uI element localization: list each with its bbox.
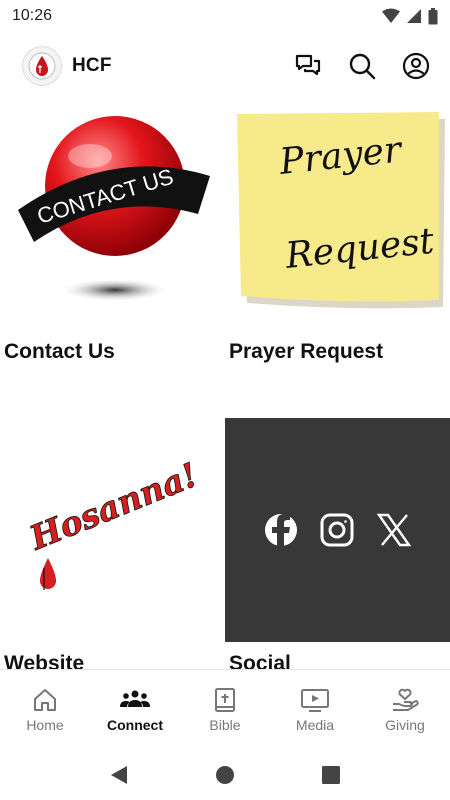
search-icon <box>349 53 376 80</box>
nav-bible-label: Bible <box>209 716 241 733</box>
recents-icon[interactable] <box>321 765 341 785</box>
back-icon[interactable] <box>109 765 129 785</box>
tile-label: Website <box>4 652 85 669</box>
bottom-nav: Home Connect Bible Media Giving <box>0 669 450 749</box>
contact-us-image: CONTACT US <box>0 106 225 330</box>
people-icon <box>120 690 150 707</box>
tile-label: Prayer Request <box>229 340 384 363</box>
nav-media[interactable]: Media <box>270 670 360 749</box>
connect-grid: CONTACT US Contact Us Prayer Request Pra… <box>0 106 450 669</box>
tile-label: Contact Us <box>4 340 115 363</box>
media-icon <box>301 688 329 712</box>
tile-contact-us[interactable]: CONTACT US Contact Us <box>0 106 225 386</box>
giving-icon <box>393 688 419 711</box>
tile-social[interactable]: Social <box>225 418 450 669</box>
x-twitter-icon <box>376 513 412 547</box>
instagram-icon <box>320 513 354 547</box>
tile-prayer-request[interactable]: Prayer Request Prayer Request <box>225 106 450 386</box>
system-nav-bar <box>0 749 450 800</box>
wifi-icon <box>382 8 400 23</box>
blood-drop-logo-icon <box>28 52 56 80</box>
nav-home[interactable]: Home <box>0 670 90 749</box>
tile-website[interactable]: Hosanna! Website <box>0 418 225 669</box>
status-time: 10:26 <box>12 7 53 24</box>
facebook-icon <box>265 514 297 546</box>
battery-icon <box>428 7 438 24</box>
tile-label: Social <box>229 652 291 669</box>
search-button[interactable] <box>342 46 382 86</box>
status-icons <box>382 7 438 25</box>
website-image: Hosanna! <box>0 418 225 642</box>
account-circle-icon <box>402 52 430 80</box>
chat-bubbles-icon <box>295 54 321 76</box>
signal-icon <box>407 9 421 23</box>
messages-button[interactable] <box>288 46 328 86</box>
home-circle-icon[interactable] <box>215 765 235 785</box>
nav-home-label: Home <box>26 716 64 733</box>
nav-bible[interactable]: Bible <box>180 670 270 749</box>
prayer-request-image: Prayer Request <box>225 106 450 330</box>
nav-connect-label: Connect <box>107 716 163 733</box>
social-image <box>225 418 450 642</box>
nav-giving[interactable]: Giving <box>360 670 450 749</box>
status-bar: 10:26 <box>0 0 450 32</box>
bible-icon <box>215 687 235 712</box>
home-icon <box>34 688 56 711</box>
nav-giving-label: Giving <box>385 716 425 733</box>
app-bar-actions <box>288 46 436 86</box>
app-title: HCF <box>72 55 112 76</box>
profile-button[interactable] <box>396 46 436 86</box>
nav-media-label: Media <box>295 716 335 733</box>
app-logo[interactable] <box>22 46 62 86</box>
nav-connect[interactable]: Connect <box>90 670 180 749</box>
app-bar: HCF <box>0 38 450 94</box>
